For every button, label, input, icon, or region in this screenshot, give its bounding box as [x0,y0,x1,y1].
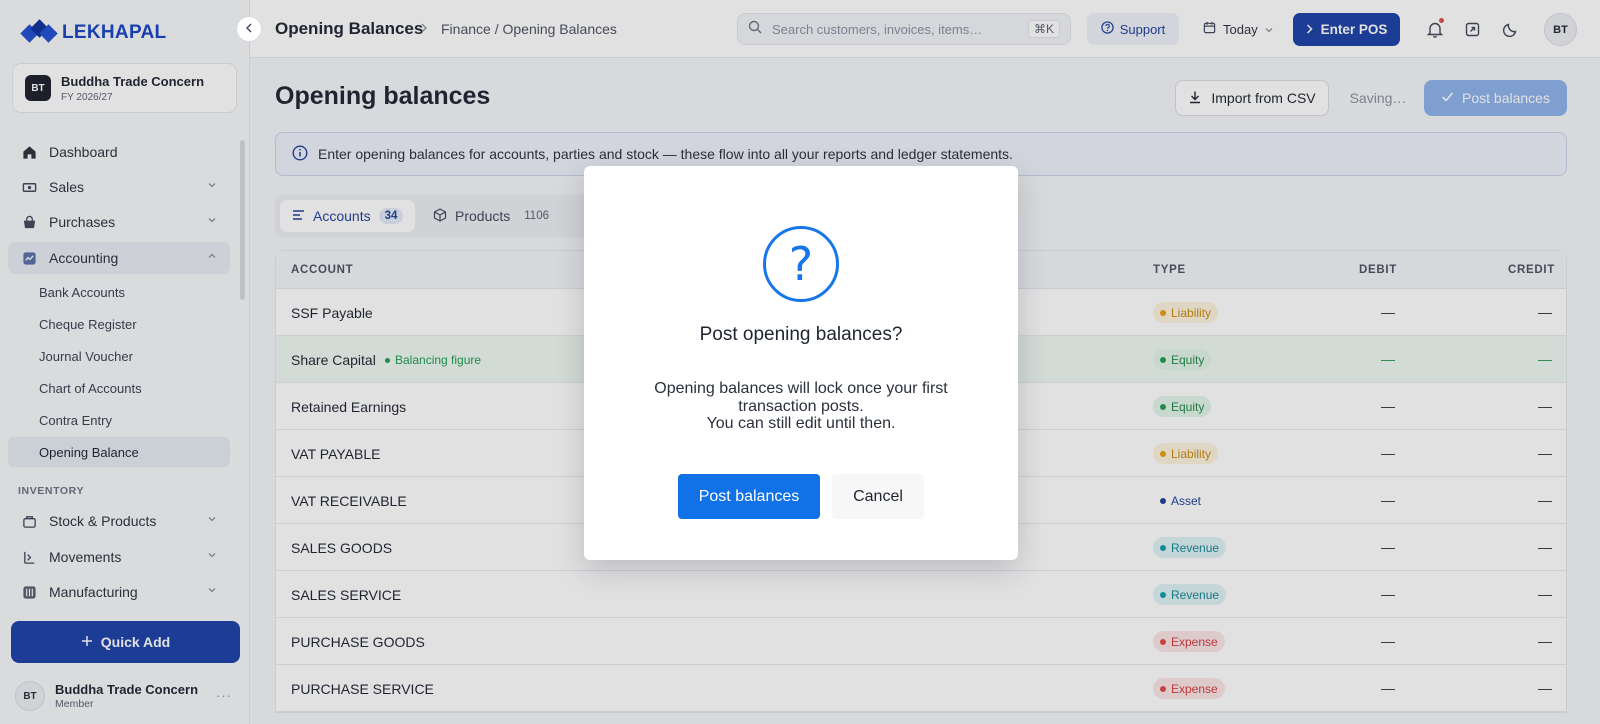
confirm-dialog: ? Post opening balances? Opening balance… [584,166,1018,560]
dialog-message: Opening balances will lock once your fir… [641,380,961,433]
cancel-button[interactable]: Cancel [832,474,924,519]
dialog-title: Post opening balances? [699,324,903,345]
question-icon: ? [763,226,839,302]
chevron-left-icon [245,22,253,36]
collapse-sidebar-button[interactable] [236,16,262,42]
dialog-message-line: Opening balances will lock once your fir… [654,380,948,415]
dialog-message-line: You can still edit until then. [706,415,896,432]
confirm-post-button[interactable]: Post balances [678,474,820,519]
